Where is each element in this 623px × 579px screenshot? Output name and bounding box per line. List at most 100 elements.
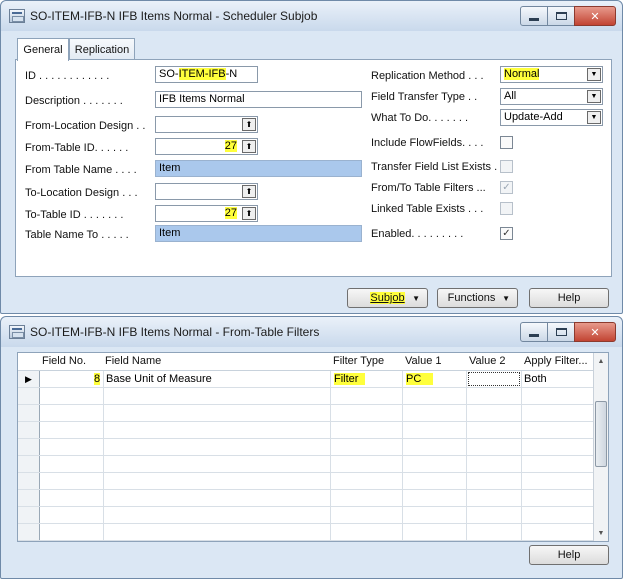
dropdown-arrow-icon[interactable]: ▼ (587, 90, 601, 103)
table-row[interactable]: ▶ 8 Base Unit of Measure Filter PC Both (18, 371, 594, 388)
from-location-design-label: From-Location Design . . (25, 120, 146, 132)
linked-table-exists-checkbox (500, 202, 513, 215)
description-label: Description . . . . . . . (25, 95, 123, 107)
to-table-id-label: To-Table ID . . . . . . . (25, 209, 124, 221)
cell-value-1[interactable]: PC (406, 373, 434, 385)
window-title: SO-ITEM-IFB-N IFB Items Normal - Schedul… (30, 9, 318, 23)
scrollbar-thumb[interactable] (595, 401, 607, 467)
filters-grid: Field No. Field Name Filter Type Value 1… (17, 352, 609, 542)
maximize-icon (555, 328, 567, 336)
subjob-button-label: Subjob (370, 292, 405, 304)
help-button[interactable]: Help (529, 288, 609, 308)
vertical-scrollbar[interactable]: ▲ ▼ (593, 353, 608, 541)
help-button[interactable]: Help (529, 545, 609, 565)
grid-header: Field No. Field Name Filter Type Value 1… (18, 353, 594, 371)
field-transfer-type-value: All (504, 90, 517, 102)
table-row[interactable] (18, 507, 594, 524)
scheduler-subjob-window: SO-ITEM-IFB-N IFB Items Normal - Schedul… (0, 0, 623, 314)
replication-method-label: Replication Method . . . (371, 70, 484, 82)
replication-method-select[interactable]: Normal ▼ (500, 66, 603, 83)
close-button[interactable]: ✕ (574, 322, 616, 342)
lookup-arrow-icon[interactable]: ⬆ (242, 207, 256, 220)
dropdown-arrow-icon[interactable]: ▼ (587, 68, 601, 81)
cell-filter-type[interactable]: Filter (334, 373, 366, 385)
from-table-id-field[interactable]: 27 ⬆ (155, 138, 258, 155)
filter-type-value: Filter (334, 373, 366, 385)
tab-general[interactable]: General (17, 38, 69, 61)
column-header-value-1[interactable]: Value 1 (405, 355, 442, 367)
maximize-button[interactable] (547, 6, 575, 26)
table-row[interactable] (18, 405, 594, 422)
field-transfer-type-select[interactable]: All ▼ (500, 88, 603, 105)
cell-field-name[interactable]: Base Unit of Measure (106, 373, 212, 385)
to-location-design-label: To-Location Design . . . (25, 187, 138, 199)
dropdown-arrow-icon[interactable]: ▼ (587, 111, 601, 124)
column-header-apply-filter[interactable]: Apply Filter... (524, 355, 588, 367)
to-location-design-field[interactable]: ⬆ (155, 183, 258, 200)
table-name-to-field: Item (155, 225, 362, 242)
id-value-suffix: -N (225, 68, 238, 80)
minimize-button[interactable] (520, 6, 548, 26)
table-row[interactable] (18, 422, 594, 439)
lookup-arrow-icon[interactable]: ⬆ (242, 140, 256, 153)
scroll-down-icon[interactable]: ▼ (595, 526, 607, 540)
title-bar[interactable]: SO-ITEM-IFB-N IFB Items Normal - From-Ta… (1, 317, 622, 347)
check-icon: ✓ (502, 228, 511, 239)
close-button[interactable]: ✕ (574, 6, 616, 26)
what-to-do-label: What To Do. . . . . . . (371, 112, 468, 124)
table-row[interactable] (18, 490, 594, 507)
transfer-field-list-exists-checkbox (500, 160, 513, 173)
transfer-field-list-exists-label: Transfer Field List Exists . (371, 161, 498, 173)
scroll-up-icon[interactable]: ▲ (595, 354, 607, 368)
what-to-do-select[interactable]: Update-Add ▼ (500, 109, 603, 126)
lookup-arrow-icon[interactable]: ⬆ (242, 185, 256, 198)
close-icon: ✕ (590, 326, 600, 339)
enabled-checkbox[interactable]: ✓ (500, 227, 513, 240)
table-name-to-label: Table Name To . . . . . (25, 229, 129, 241)
lookup-arrow-icon[interactable]: ⬆ (242, 118, 256, 131)
table-row[interactable] (18, 388, 594, 405)
to-table-id-field[interactable]: 27 ⬆ (155, 205, 258, 222)
table-row[interactable] (18, 473, 594, 490)
include-flowfields-checkbox[interactable] (500, 136, 513, 149)
column-header-value-2[interactable]: Value 2 (469, 355, 506, 367)
title-bar[interactable]: SO-ITEM-IFB-N IFB Items Normal - Schedul… (1, 1, 622, 31)
description-field[interactable]: IFB Items Normal (155, 91, 362, 108)
functions-button-label: Functions (447, 292, 496, 304)
from-table-filters-window: SO-ITEM-IFB-N IFB Items Normal - From-Ta… (0, 316, 623, 579)
id-value-highlight: ITEM-IFB (178, 68, 226, 80)
minimize-button[interactable] (520, 322, 548, 342)
linked-table-exists-label: Linked Table Exists . . . (371, 203, 484, 215)
dropdown-arrow-icon: ▼ (502, 294, 510, 303)
subjob-button[interactable]: Subjob ▼ (347, 288, 428, 308)
id-field[interactable]: SO-ITEM-IFB-N (155, 66, 258, 83)
id-label: ID . . . . . . . . . . . . (25, 70, 110, 82)
caption-buttons: ✕ (520, 6, 616, 26)
column-header-field-name[interactable]: Field Name (105, 355, 161, 367)
include-flowfields-label: Include FlowFields. . . . (371, 137, 484, 149)
maximize-button[interactable] (547, 322, 575, 342)
table-row[interactable] (18, 524, 594, 541)
what-to-do-value: Update-Add (504, 111, 563, 123)
from-location-design-field[interactable]: ⬆ (155, 116, 258, 133)
cell-value-2[interactable] (468, 372, 520, 386)
from-table-name-field: Item (155, 160, 362, 177)
enabled-label: Enabled. . . . . . . . . (371, 228, 464, 240)
from-table-id-label: From-Table ID. . . . . . (25, 142, 129, 154)
table-row[interactable] (18, 456, 594, 473)
tab-replication[interactable]: Replication (69, 38, 135, 60)
functions-button[interactable]: Functions ▼ (437, 288, 518, 308)
table-row[interactable] (18, 439, 594, 456)
maximize-icon (555, 12, 567, 20)
cell-apply-filter[interactable]: Both (524, 373, 547, 385)
replication-method-value: Normal (504, 68, 540, 80)
row-selector-icon: ▶ (25, 374, 32, 384)
close-icon: ✕ (590, 10, 600, 23)
column-header-field-no[interactable]: Field No. (42, 355, 86, 367)
field-transfer-type-label: Field Transfer Type . . (371, 91, 478, 103)
minimize-icon (529, 333, 539, 337)
column-header-filter-type[interactable]: Filter Type (333, 355, 384, 367)
cell-field-no[interactable]: 8 (94, 373, 101, 385)
minimize-icon (529, 17, 539, 21)
window-title: SO-ITEM-IFB-N IFB Items Normal - From-Ta… (30, 325, 320, 339)
